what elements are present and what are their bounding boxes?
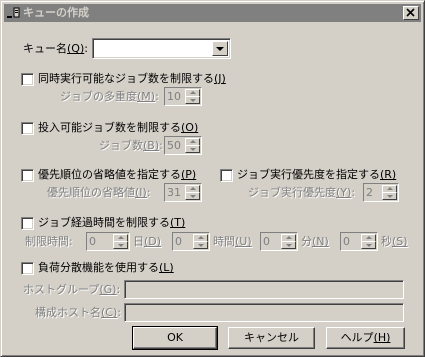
minutes-spinner[interactable]: 0: [260, 232, 298, 251]
chevron-down-icon: [216, 47, 224, 51]
host-group-label: ホストグループ(G):: [23, 283, 121, 296]
exec-priority-spinner[interactable]: 2: [363, 183, 399, 202]
arrow-down-icon: [366, 244, 372, 247]
host-name-label: 構成ホスト名(C):: [35, 306, 121, 319]
arrow-up-icon: [190, 140, 196, 143]
cancel-button[interactable]: キャンセル: [228, 327, 315, 349]
load-balance-label[interactable]: 負荷分散機能を使用する(L): [38, 261, 174, 275]
spin-down-button[interactable]: [185, 192, 200, 200]
spin-down-button[interactable]: [281, 241, 296, 249]
arrow-up-icon: [366, 236, 372, 239]
arrow-down-icon: [190, 195, 196, 198]
limit-time-label: 制限時間:: [25, 235, 73, 248]
arrow-down-icon: [387, 195, 393, 198]
arrow-up-icon: [198, 236, 204, 239]
queue-name-label: キュー名(Q):: [23, 42, 88, 55]
spin-down-button[interactable]: [113, 241, 128, 249]
job-multiplicity-spinner[interactable]: 10: [164, 87, 202, 106]
concurrent-limit-label[interactable]: 同時実行可能なジョブ数を制限する(J): [38, 72, 226, 86]
minutes-value: 0: [263, 235, 270, 248]
queue-window-icon: [7, 7, 20, 18]
seconds-spinner[interactable]: 0: [340, 232, 378, 251]
arrow-down-icon: [190, 99, 196, 102]
seconds-label: 秒(S): [381, 235, 408, 248]
submit-limit-label[interactable]: 投入可能ジョブ数を制限する(O): [38, 121, 198, 135]
queue-name-dropdown-button[interactable]: [212, 41, 228, 56]
hours-label: 時間(U): [213, 235, 252, 248]
concurrent-limit-checkbox[interactable]: [21, 73, 34, 86]
elapsed-limit-checkbox[interactable]: [21, 217, 34, 230]
priority-default-value-label: 優先順位の省略値(I):: [47, 186, 151, 199]
close-icon: [406, 8, 415, 17]
priority-default-value: 31: [167, 186, 181, 199]
arrow-down-icon: [118, 244, 124, 247]
arrow-down-icon: [190, 148, 196, 151]
host-name-field[interactable]: [124, 303, 404, 322]
spin-down-button[interactable]: [193, 241, 208, 249]
days-label: 日(D): [133, 235, 162, 248]
create-queue-dialog: キューの作成 キュー名(Q): 同時実行可能なジョブ数を制限する(J) ジョブの…: [0, 0, 425, 357]
hours-spinner[interactable]: 0: [172, 232, 210, 251]
job-count-value: 50: [167, 139, 181, 152]
priority-default-checkbox[interactable]: [21, 169, 34, 182]
close-button[interactable]: [403, 6, 419, 20]
exec-priority-checkbox[interactable]: [220, 169, 233, 182]
elapsed-limit-label[interactable]: ジョブ経過時間を制限する(T): [38, 216, 185, 230]
days-value: 0: [89, 235, 96, 248]
arrow-up-icon: [190, 91, 196, 94]
job-count-label: ジョブ数(B):: [99, 139, 163, 152]
arrow-down-icon: [198, 244, 204, 247]
priority-default-label[interactable]: 優先順位の省略値を指定する(P): [38, 168, 196, 182]
spin-down-button[interactable]: [361, 241, 376, 249]
host-group-field[interactable]: [124, 280, 404, 299]
window-title: キューの作成: [23, 6, 89, 19]
exec-priority-value: 2: [366, 186, 373, 199]
priority-default-spinner[interactable]: 31: [164, 183, 202, 202]
arrow-down-icon: [286, 244, 292, 247]
exec-priority-label[interactable]: ジョブ実行優先度を指定する(R): [237, 168, 396, 182]
arrow-up-icon: [387, 187, 393, 190]
minutes-label: 分(N): [301, 235, 329, 248]
seconds-value: 0: [343, 235, 350, 248]
arrow-up-icon: [286, 236, 292, 239]
spin-down-button[interactable]: [185, 96, 200, 104]
job-count-spinner[interactable]: 50: [164, 136, 202, 155]
exec-priority-value-label: ジョブ実行優先度(Y):: [248, 186, 356, 199]
arrow-up-icon: [118, 236, 124, 239]
days-spinner[interactable]: 0: [86, 232, 130, 251]
job-multiplicity-label: ジョブの多重度(M):: [60, 90, 159, 103]
job-multiplicity-value: 10: [167, 90, 181, 103]
arrow-up-icon: [190, 187, 196, 190]
title-bar[interactable]: キューの作成: [4, 4, 421, 22]
hours-value: 0: [175, 235, 182, 248]
spin-down-button[interactable]: [382, 192, 397, 200]
load-balance-checkbox[interactable]: [21, 262, 34, 275]
help-button[interactable]: ヘルプ(H): [326, 327, 405, 349]
submit-limit-checkbox[interactable]: [21, 122, 34, 135]
ok-button[interactable]: OK: [132, 326, 218, 350]
queue-name-combo[interactable]: [92, 38, 231, 59]
spin-down-button[interactable]: [185, 145, 200, 153]
